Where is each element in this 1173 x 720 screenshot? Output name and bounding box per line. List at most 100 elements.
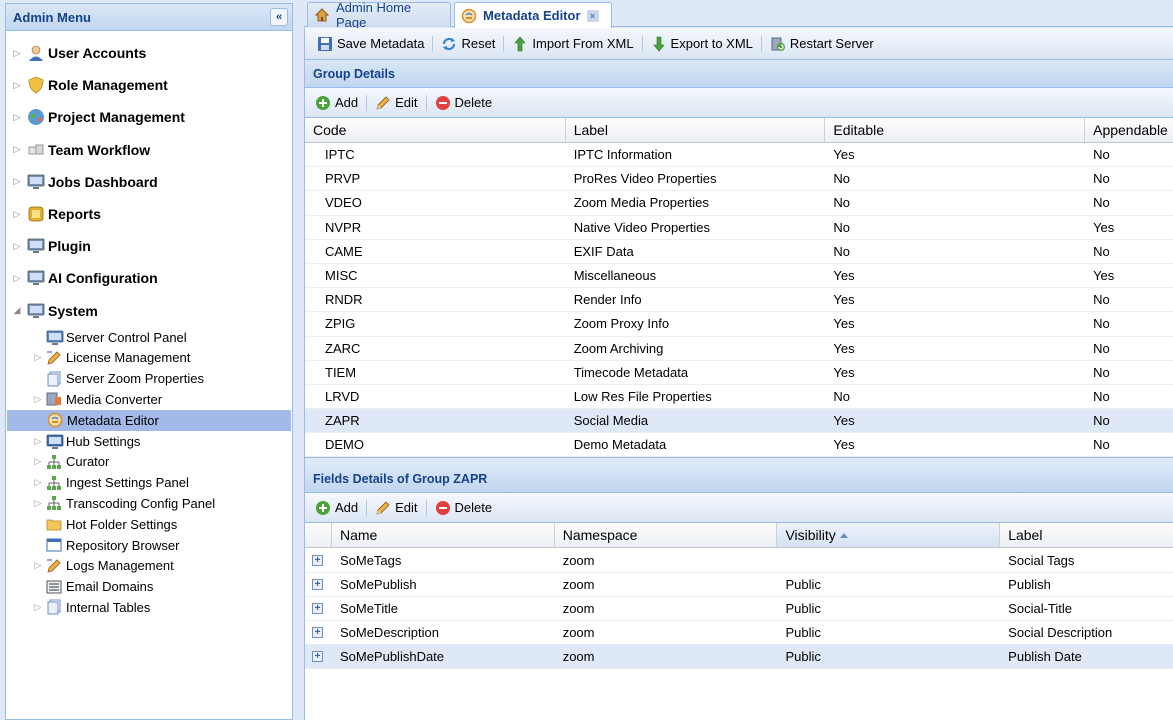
import-from-xml-button[interactable]: Import From XML (506, 33, 639, 55)
field-add-button[interactable]: Add (309, 497, 364, 519)
menu-item-plugin[interactable]: ▷ Plugin (6, 230, 292, 262)
system-item-internal-tables[interactable]: ▷ Internal Tables (6, 597, 292, 618)
row-expander[interactable]: + (305, 597, 332, 620)
system-item-transcoding-config-panel[interactable]: ▷ Transcoding Config Panel (6, 493, 292, 514)
group-row[interactable]: NVPR Native Video Properties No Yes (305, 216, 1173, 240)
triangle-right-icon[interactable]: ▷ (11, 144, 23, 155)
triangle-right-icon[interactable]: ▷ (11, 209, 23, 220)
group-row[interactable]: VDEO Zoom Media Properties No No (305, 191, 1173, 216)
group-row[interactable]: PRVP ProRes Video Properties No No (305, 167, 1173, 192)
group-row[interactable]: ZARC Zoom Archiving Yes No (305, 337, 1173, 361)
field-row[interactable]: + SoMeTags zoom Social Tags (305, 548, 1173, 573)
group-row[interactable]: RNDR Render Info Yes No (305, 288, 1173, 313)
group-edit-button[interactable]: Edit (369, 92, 423, 114)
menu-item-reports[interactable]: ▷ Reports (6, 198, 292, 230)
column-name[interactable]: Name (332, 523, 555, 548)
triangle-right-icon[interactable]: ▷ (33, 477, 43, 488)
row-expander[interactable]: + (305, 621, 332, 644)
group-row[interactable]: DEMO Demo Metadata Yes No (305, 433, 1173, 458)
home-icon (314, 7, 330, 23)
group-row[interactable]: ZAPR Social Media Yes No (305, 409, 1173, 434)
triangle-right-icon[interactable]: ▷ (33, 456, 43, 467)
save-metadata-button[interactable]: Save Metadata (311, 33, 430, 55)
triangle-right-icon[interactable]: ▷ (11, 112, 23, 123)
group-cell: No (1093, 147, 1110, 163)
export-to-xml-button[interactable]: Export to XML (645, 33, 759, 55)
triangle-right-icon[interactable]: ▷ (33, 436, 43, 447)
column-field-label[interactable]: Label (1000, 523, 1173, 547)
column-namespace[interactable]: Namespace (555, 523, 778, 548)
group-row[interactable]: IPTC IPTC Information Yes No (305, 143, 1173, 168)
menu-item-role-management[interactable]: ▷ Role Management (6, 69, 292, 101)
system-item-server-control-panel[interactable]: ▷ Server Control Panel (6, 327, 292, 348)
triangle-right-icon[interactable]: ▷ (33, 394, 43, 405)
triangle-right-icon[interactable]: ▷ (33, 602, 43, 613)
expand-plus-icon[interactable]: + (312, 554, 323, 566)
menu-item-label: User Accounts (48, 45, 147, 62)
field-edit-button[interactable]: Edit (369, 497, 423, 519)
column-appendable[interactable]: Appendable (1085, 118, 1173, 142)
row-expander[interactable]: + (305, 573, 332, 596)
tab-admin-home[interactable]: Admin Home Page (307, 0, 451, 30)
field-cell: zoom (562, 625, 595, 641)
tab-metadata-editor[interactable]: Metadata Editor × (454, 2, 612, 28)
expand-plus-icon[interactable]: + (312, 627, 323, 639)
system-item-curator[interactable]: ▷ Curator (6, 451, 292, 472)
system-item-logs-management[interactable]: ▷ Logs Management (6, 555, 292, 576)
group-row[interactable]: MISC Miscellaneous Yes Yes (305, 264, 1173, 289)
expand-plus-icon[interactable]: + (312, 578, 323, 590)
menu-item-team-workflow[interactable]: ▷ Team Workflow (6, 134, 292, 166)
triangle-right-icon[interactable]: ▷ (11, 176, 23, 187)
toolbar-separator (425, 94, 427, 111)
column-editable[interactable]: Editable (825, 118, 1086, 142)
group-row[interactable]: LRVD Low Res File Properties No No (305, 385, 1173, 410)
system-item-hot-folder-settings[interactable]: ▷ Hot Folder Settings (6, 514, 292, 535)
triangle-right-icon[interactable]: ▷ (11, 80, 23, 91)
group-add-button[interactable]: Add (309, 92, 364, 114)
triangle-right-icon[interactable]: ▷ (11, 273, 23, 284)
group-row[interactable]: TIEM Timecode Metadata Yes No (305, 361, 1173, 385)
system-item-license-management[interactable]: ▷ License Management (6, 347, 292, 368)
menu-item-project-management[interactable]: ▷ Project Management (6, 101, 292, 133)
menu-item-jobs-dashboard[interactable]: ▷ Jobs Dashboard (6, 166, 292, 198)
restart-server-button[interactable]: Restart Server (764, 33, 880, 55)
group-row[interactable]: CAME EXIF Data No No (305, 240, 1173, 264)
system-item-email-domains[interactable]: ▷ Email Domains (6, 576, 292, 597)
group-delete-button[interactable]: Delete (429, 92, 499, 114)
reset-button[interactable]: Reset (435, 33, 501, 55)
system-item-media-converter[interactable]: ▷ Media Converter (6, 389, 292, 410)
group-cell: No (1093, 340, 1110, 356)
field-row[interactable]: + SoMeTitle zoom Public Social-Title (305, 597, 1173, 621)
field-row[interactable]: + SoMeDescription zoom Public Social Descrip… (305, 621, 1173, 646)
triangle-right-icon[interactable]: ▷ (33, 352, 43, 363)
row-expander[interactable]: + (305, 645, 332, 668)
field-row[interactable]: + SoMePublishDate zoom Public Publish Date (305, 645, 1173, 670)
system-item-server-zoom-properties[interactable]: ▷ Server Zoom Properties (6, 368, 292, 389)
column-visibility[interactable]: Visibility (777, 523, 1001, 548)
group-cell: RNDR (325, 292, 363, 308)
triangle-right-icon[interactable]: ▷ (33, 560, 43, 571)
menu-item-system[interactable]: ◢ System (6, 295, 292, 327)
system-item-hub-settings[interactable]: ▷ Hub Settings (6, 431, 292, 452)
column-label[interactable]: Label (566, 118, 826, 142)
field-delete-button[interactable]: Delete (429, 497, 499, 519)
expand-plus-icon[interactable]: + (312, 651, 323, 663)
triangle-right-icon[interactable]: ▷ (11, 241, 23, 252)
menu-item-ai-configuration[interactable]: ▷ AI Configuration (6, 262, 292, 294)
collapse-panel-icon[interactable]: « (270, 8, 288, 26)
field-row[interactable]: + SoMePublish zoom Public Publish (305, 573, 1173, 597)
menu-item-user-accounts[interactable]: ▷ User Accounts (6, 37, 292, 69)
field-cell: SoMePublishDate (339, 649, 445, 665)
panel-splitter[interactable] (305, 457, 1173, 466)
system-item-ingest-settings-panel[interactable]: ▷ Ingest Settings Panel (6, 472, 292, 493)
expand-plus-icon[interactable]: + (312, 602, 323, 614)
triangle-right-icon[interactable]: ▷ (11, 48, 23, 59)
column-code[interactable]: Code (305, 118, 566, 142)
row-expander[interactable]: + (305, 548, 332, 571)
system-item-repository-browser[interactable]: ▷ Repository Browser (6, 535, 292, 556)
triangle-down-icon[interactable]: ◢ (11, 305, 23, 316)
group-row[interactable]: ZPIG Zoom Proxy Info Yes No (305, 312, 1173, 337)
triangle-right-icon[interactable]: ▷ (33, 498, 43, 509)
system-item-metadata-editor[interactable]: ▷ Metadata Editor (7, 409, 291, 431)
close-tab-icon[interactable]: × (586, 9, 599, 22)
